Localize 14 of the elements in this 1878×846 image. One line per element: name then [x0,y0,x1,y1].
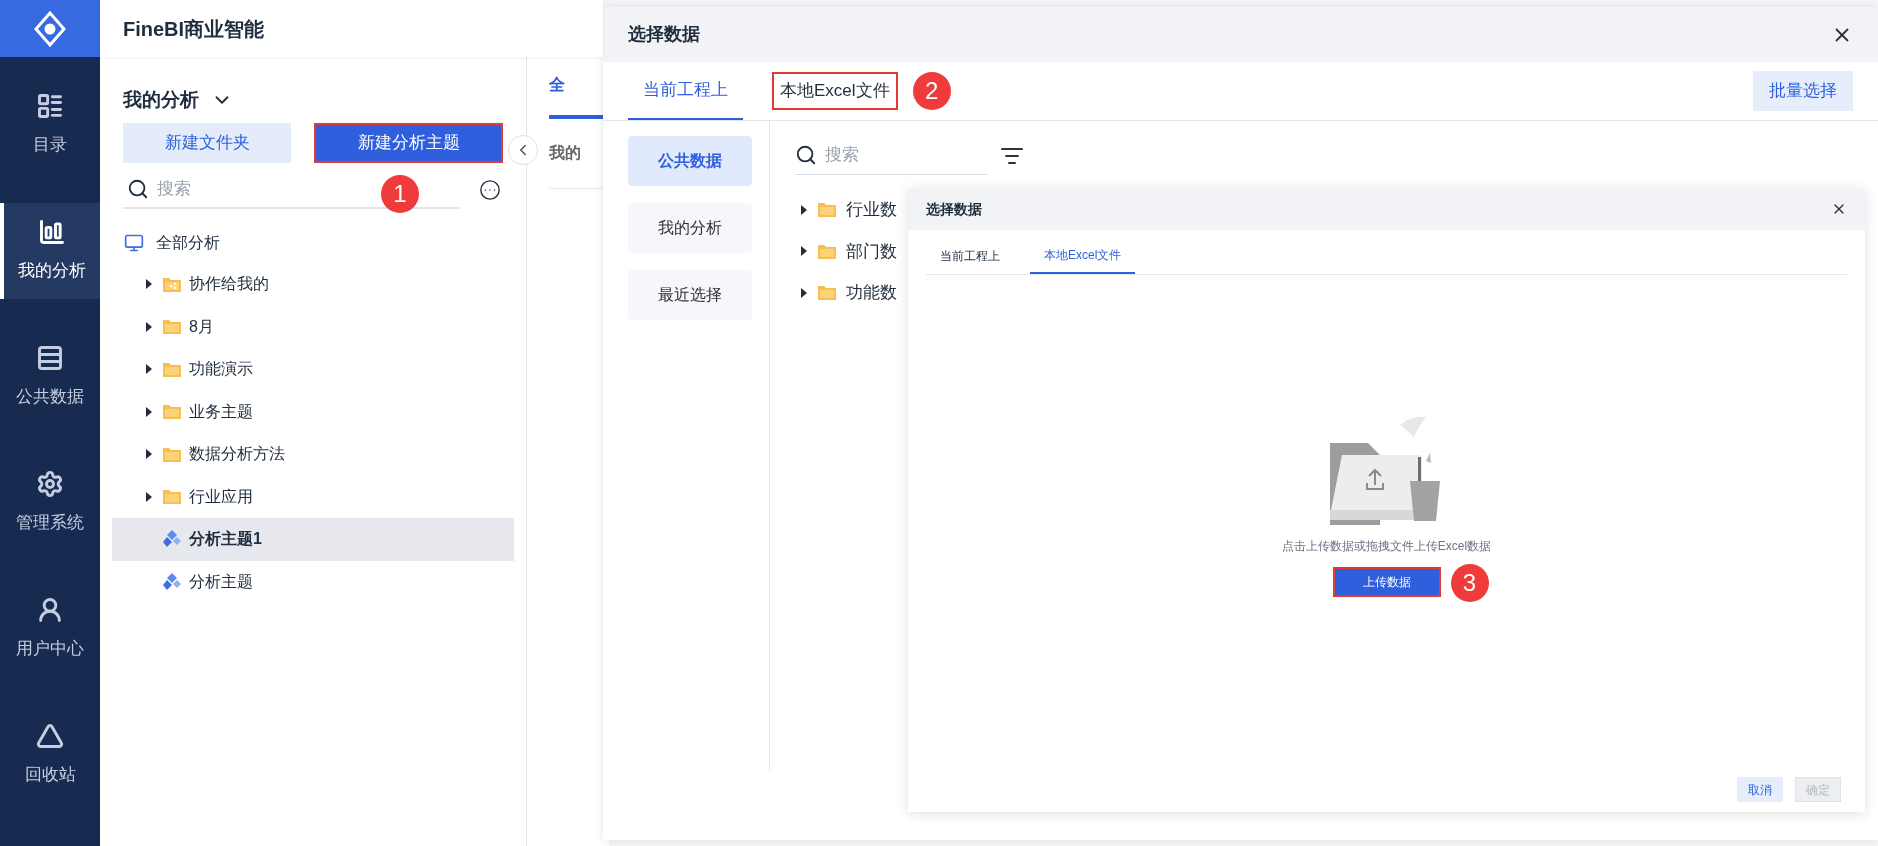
callout-number: 1 [381,175,419,213]
dialog-title: 选择数据 [926,199,982,219]
nav-label: 公共数据 [16,386,84,409]
nav-label: 管理系统 [16,512,84,535]
sidebar-title: 我的分析 [123,87,199,112]
upload-hint: 点击上传数据或拖拽文件上传Excel数据 [1281,538,1492,555]
callout-number: 2 [912,72,951,110]
nav-label: 用户中心 [16,638,84,661]
callout-number: 3 [1450,564,1489,602]
app-title: FineBI商业智能 [123,16,265,42]
nav-label: 目录 [33,134,67,157]
dialog-title: 选择数据 [628,23,700,46]
nav-label: 我的分析 [18,260,86,283]
nav-label: 回收站 [24,764,76,787]
